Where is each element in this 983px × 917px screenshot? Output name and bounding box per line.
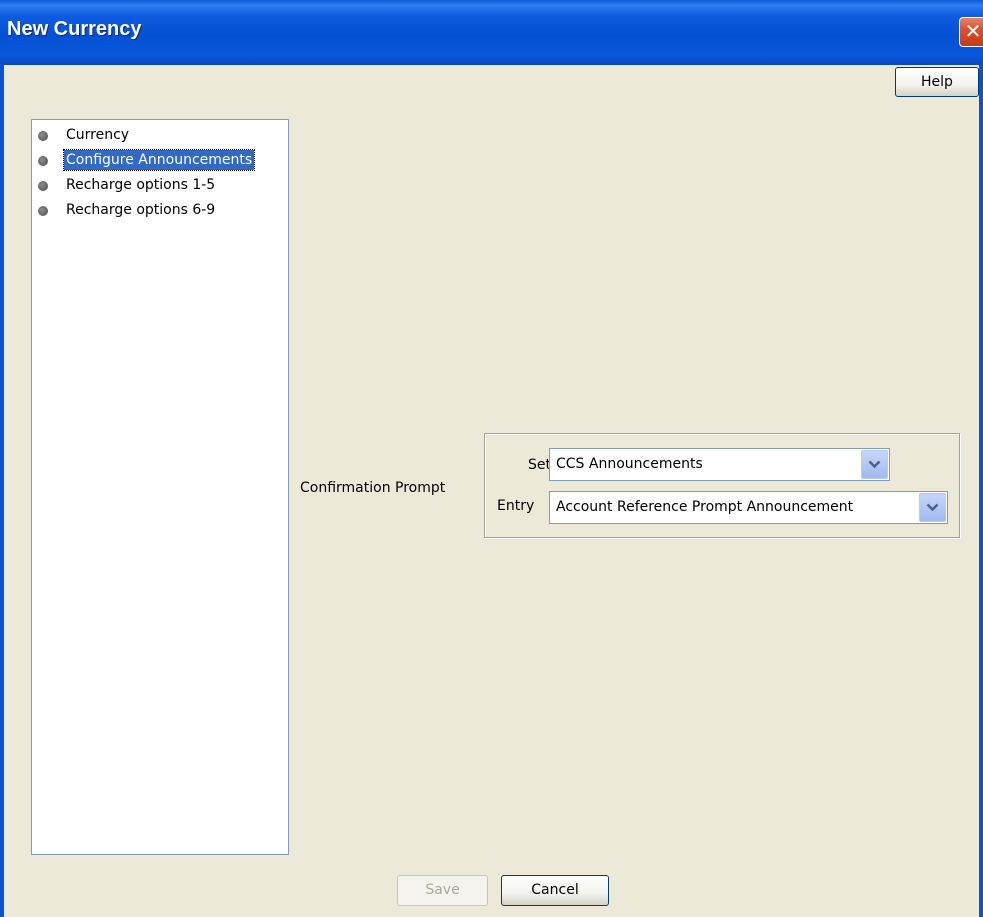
entry-label: Entry: [497, 498, 535, 514]
set-label: Set: [528, 457, 551, 473]
nav-list[interactable]: Currency Configure Announcements Recharg…: [31, 119, 289, 855]
nav-item-configure-announcements[interactable]: Configure Announcements: [32, 149, 288, 171]
cancel-button[interactable]: Cancel: [501, 875, 609, 906]
chevron-down-icon[interactable]: [919, 493, 946, 522]
bullet-icon: [38, 131, 48, 141]
window-title: New Currency: [7, 18, 142, 40]
close-icon[interactable]: ✕: [959, 17, 983, 47]
entry-select[interactable]: Account Reference Prompt Announcement: [549, 491, 948, 524]
window-frame-left: [0, 65, 4, 917]
save-button[interactable]: Save: [397, 875, 488, 906]
nav-item-label: Recharge options 1-5: [66, 177, 216, 193]
window-frame-right: [979, 65, 983, 917]
entry-select-value: Account Reference Prompt Announcement: [556, 499, 854, 515]
bullet-icon: [38, 206, 48, 216]
nav-item-currency[interactable]: Currency: [32, 124, 288, 146]
set-select[interactable]: CCS Announcements: [549, 448, 890, 481]
chevron-down-icon[interactable]: [861, 450, 888, 479]
bullet-icon: [38, 156, 48, 166]
confirmation-prompt-label: Confirmation Prompt: [300, 480, 446, 496]
nav-item-label: Configure Announcements: [62, 149, 256, 171]
title-bar[interactable]: New Currency ✕: [0, 0, 983, 65]
bullet-icon: [38, 181, 48, 191]
nav-item-label: Currency: [66, 127, 130, 143]
confirmation-prompt-group: Set CCS Announcements Entry Account Refe…: [484, 433, 960, 538]
set-select-value: CCS Announcements: [556, 456, 703, 472]
nav-item-recharge-options-1-5[interactable]: Recharge options 1-5: [32, 174, 288, 196]
nav-item-label: Recharge options 6-9: [66, 202, 216, 218]
nav-item-recharge-options-6-9[interactable]: Recharge options 6-9: [32, 199, 288, 221]
help-button[interactable]: Help: [895, 67, 979, 97]
